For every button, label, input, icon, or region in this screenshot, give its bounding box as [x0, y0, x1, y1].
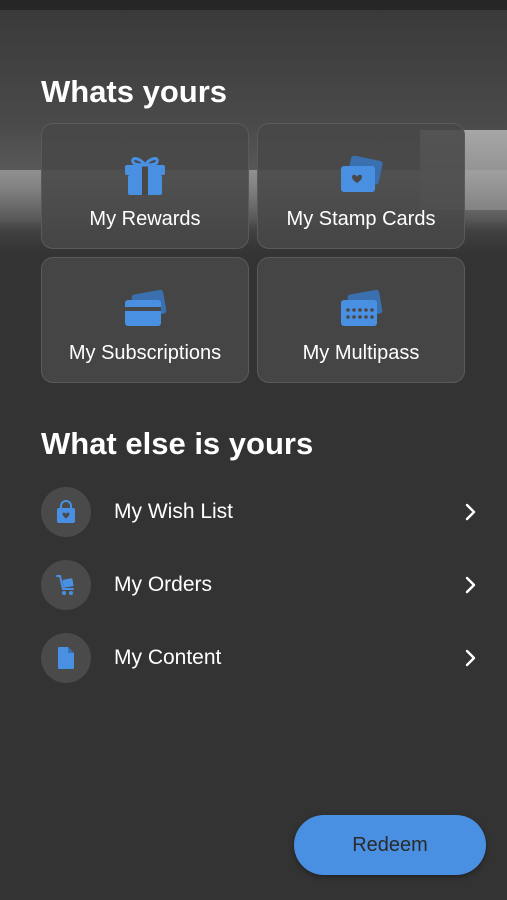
list-item-content[interactable]: My Content [41, 633, 481, 683]
subscription-card-icon [123, 288, 167, 332]
tile-my-multipass[interactable]: My Multipass [257, 257, 465, 383]
chevron-right-icon [461, 502, 481, 522]
what-else-title: What else is yours [41, 426, 314, 461]
status-bar-strip [0, 0, 507, 10]
list-item-wish-list[interactable]: My Wish List [41, 487, 481, 537]
document-icon [41, 633, 91, 683]
redeem-button[interactable]: Redeem [294, 815, 486, 875]
list-item-orders[interactable]: My Orders [41, 560, 481, 610]
tile-label: My Stamp Cards [286, 208, 436, 230]
multipass-card-icon [339, 288, 383, 332]
stamp-card-icon [339, 154, 383, 198]
gift-icon [123, 154, 167, 198]
tile-my-stamp-cards[interactable]: My Stamp Cards [257, 123, 465, 249]
tile-label: My Multipass [302, 342, 420, 364]
tile-my-subscriptions[interactable]: My Subscriptions [41, 257, 249, 383]
chevron-right-icon [461, 575, 481, 595]
tile-label: My Subscriptions [68, 342, 222, 364]
cart-icon [41, 560, 91, 610]
list-item-label: My Wish List [114, 500, 234, 523]
list-item-label: My Orders [114, 573, 213, 596]
list-item-label: My Content [114, 646, 222, 669]
tile-my-rewards[interactable]: My Rewards [41, 123, 249, 249]
whats-yours-title: Whats yours [41, 74, 228, 109]
chevron-right-icon [461, 648, 481, 668]
shopping-bag-icon [41, 487, 91, 537]
tile-label: My Rewards [89, 208, 201, 230]
